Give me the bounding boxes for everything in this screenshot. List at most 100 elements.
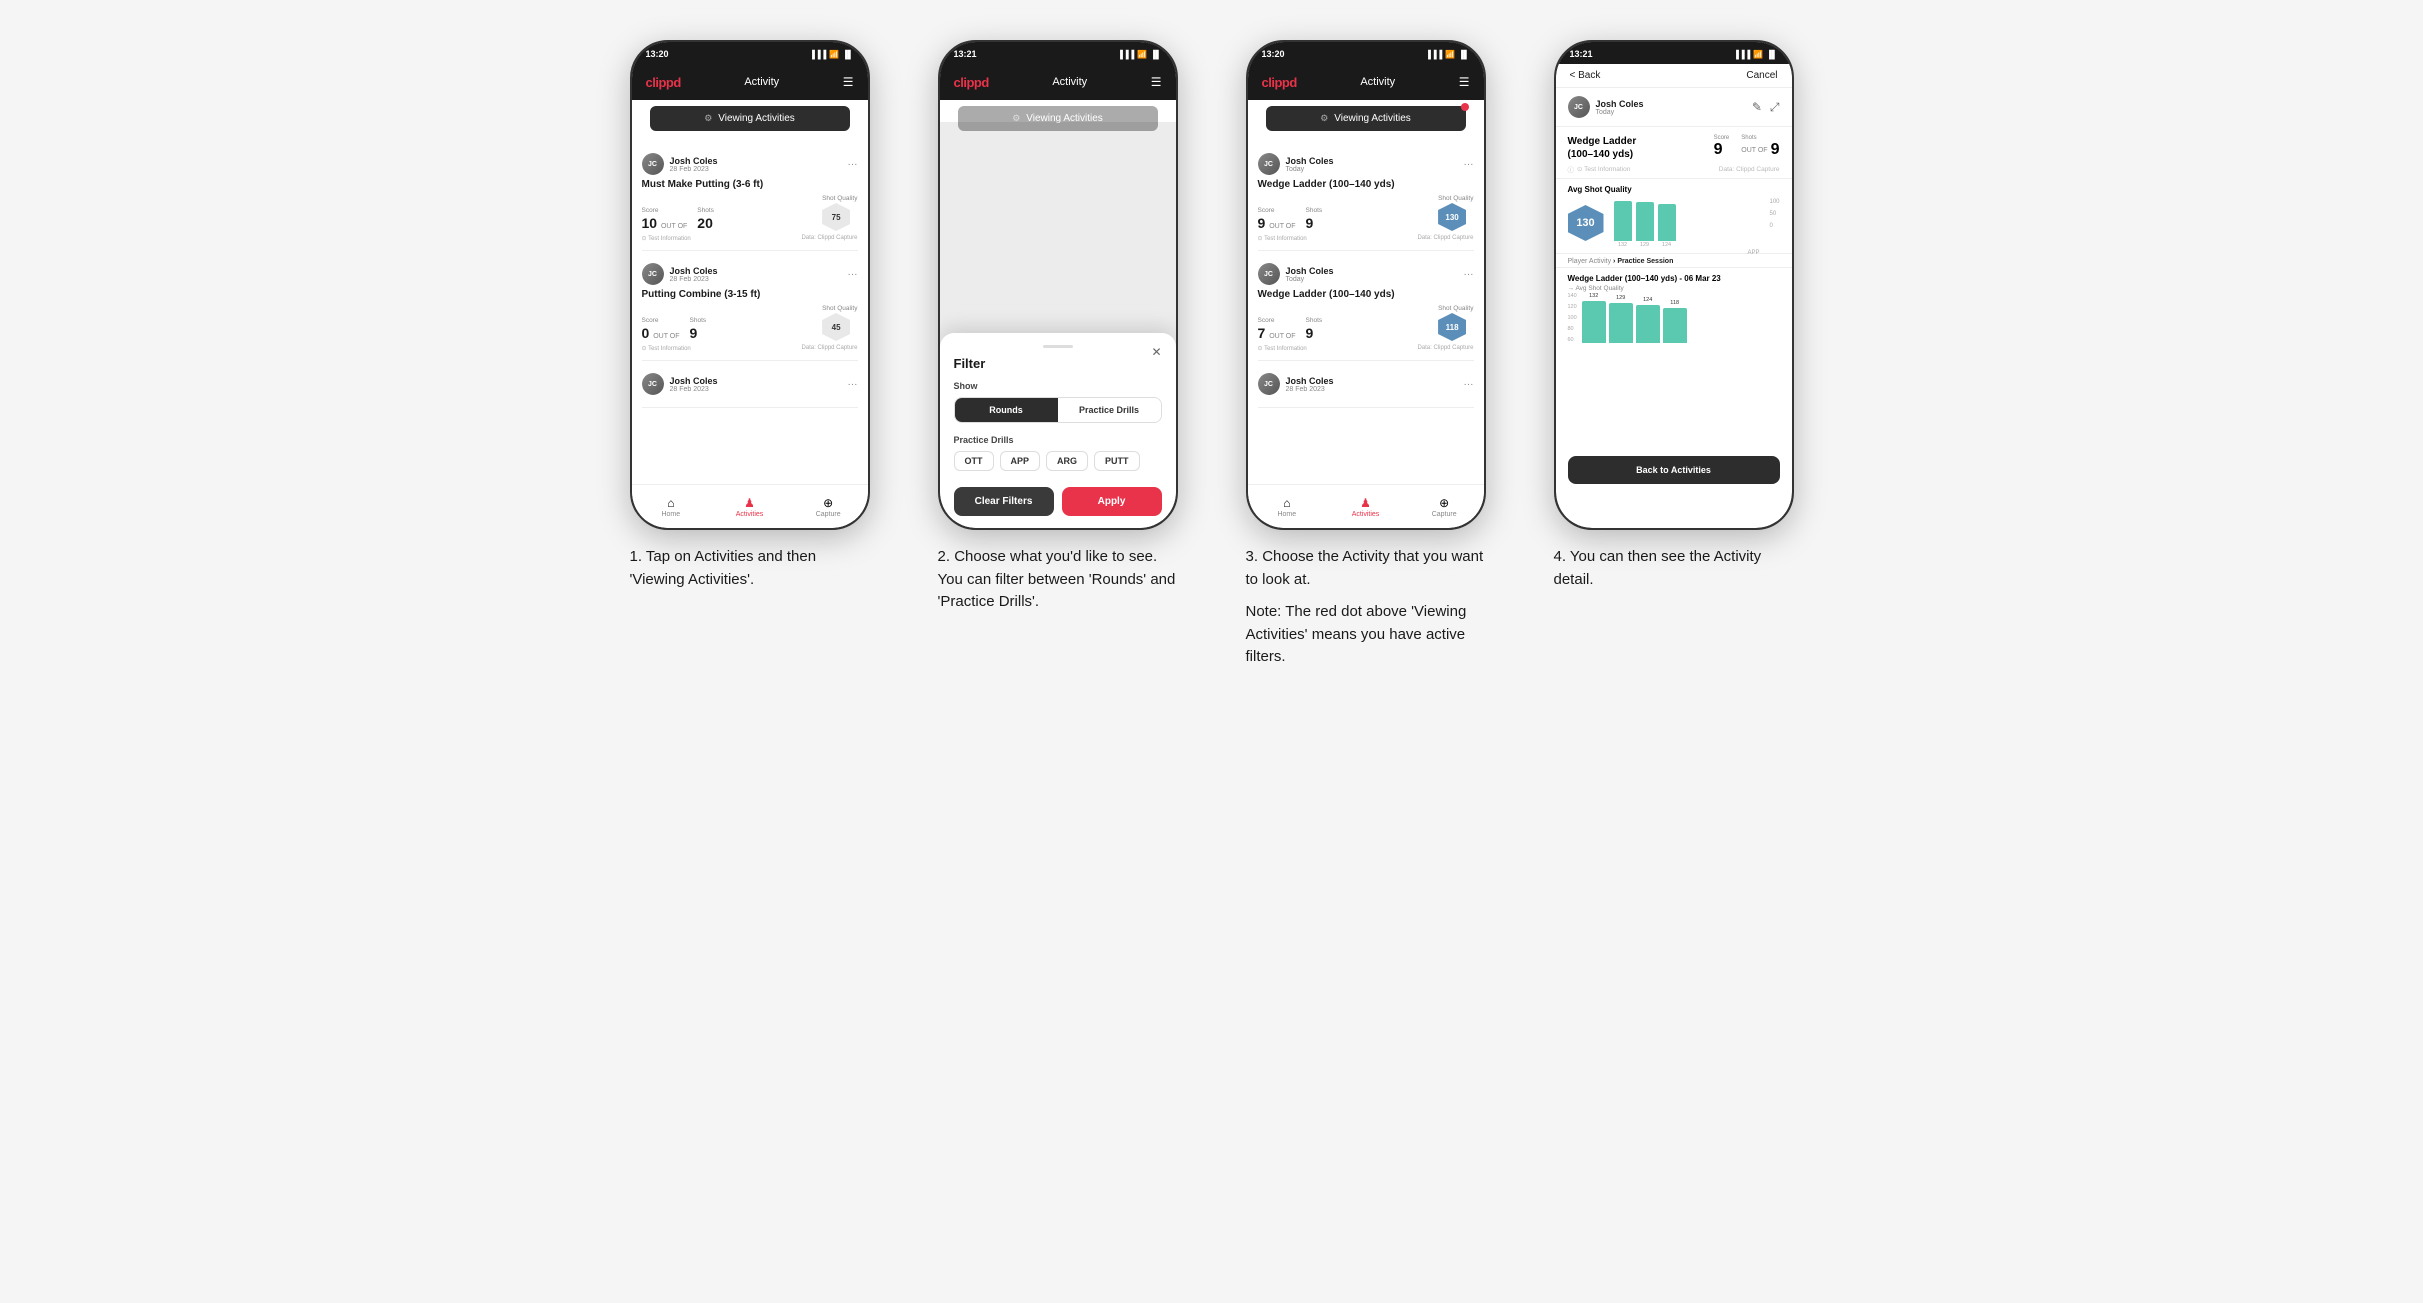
practice-toggle-btn[interactable]: Practice Drills	[1058, 398, 1161, 422]
tab-home-3[interactable]: ⌂ Home	[1248, 485, 1327, 528]
edit-icons: ✎ ⤢	[1752, 100, 1780, 115]
status-icons-4: ▐▐▐ 📶 ▐▌	[1733, 50, 1777, 59]
close-icon[interactable]: ✕	[1151, 345, 1161, 359]
footer-left-3-2: ⊙ Test Information	[1258, 345, 1307, 352]
step-text-3: Choose the Activity that you want to loo…	[1246, 548, 1484, 588]
dots-menu-3-3[interactable]: ···	[1464, 379, 1474, 390]
chip-arg[interactable]: ARG	[1046, 451, 1088, 471]
chip-putt[interactable]: PUTT	[1094, 451, 1140, 471]
step-desc-3: 3. Choose the Activity that you want to …	[1246, 546, 1486, 591]
phone-notch-4	[1629, 42, 1719, 64]
hamburger-icon-3[interactable]: ☰	[1459, 75, 1470, 89]
phones-container: 13:20 ▐▐▐ 📶 ▐▌ clippd Activity ☰ ⚙ Viewi	[610, 40, 1814, 669]
avatar-img-3-1: JC	[1258, 153, 1280, 175]
shots-block-3-1: Shots 9	[1306, 207, 1323, 231]
cancel-button[interactable]: Cancel	[1746, 70, 1777, 81]
avg-shot-section: Avg Shot Quality 130 100 50 0	[1556, 178, 1792, 254]
chip-app[interactable]: APP	[1000, 451, 1041, 471]
axis-80: 80	[1568, 326, 1577, 332]
step-desc-4: 4. You can then see the Activity detail.	[1554, 546, 1794, 591]
axis-140: 140	[1568, 293, 1577, 299]
phone-1-screen: 13:20 ▐▐▐ 📶 ▐▌ clippd Activity ☰ ⚙ Viewi	[632, 42, 868, 528]
tab-activities-3[interactable]: ♟ Activities	[1326, 485, 1405, 528]
activity-card-1[interactable]: JC Josh Coles 28 Feb 2023 ··· Must Make …	[642, 145, 858, 251]
dots-menu-3-1[interactable]: ···	[1464, 159, 1474, 170]
tab-activities-1[interactable]: ♟ Activities	[710, 485, 789, 528]
user-info-3-2: Josh Coles Today	[1286, 266, 1334, 283]
practice-session-label: Practice Session	[1617, 258, 1673, 265]
dots-menu-1[interactable]: ···	[848, 159, 858, 170]
detail-activity-title: Wedge Ladder(100–140 yds)	[1568, 135, 1637, 161]
footer-left-1: ⊙ Test Information	[642, 235, 691, 242]
user-info-3-3: Josh Coles 28 Feb 2023	[1286, 376, 1334, 393]
tab-home-label-3: Home	[1277, 511, 1296, 518]
avatar-img-2: JC	[642, 263, 664, 285]
card-title-3-2: Wedge Ladder (100–140 yds)	[1258, 289, 1474, 300]
filter-handle	[1043, 345, 1073, 348]
bottom-tabs-1: ⌂ Home ♟ Activities ⊕ Capture	[632, 484, 868, 528]
out-of-row: OUT OF 9	[1741, 141, 1779, 159]
viewing-bar-3[interactable]: ⚙ Viewing Activities	[1266, 106, 1466, 131]
avatar-wrap-1: JC Josh Coles 28 Feb 2023	[642, 153, 718, 175]
hamburger-icon-1[interactable]: ☰	[843, 75, 854, 89]
phone-2: 13:21 ▐▐▐ 📶 ▐▌ clippd Activity ☰ ⚙ Viewi	[938, 40, 1178, 530]
step-num-3: 3.	[1246, 548, 1259, 565]
chip-ott[interactable]: OTT	[954, 451, 994, 471]
user-info-2: Josh Coles 28 Feb 2023	[670, 266, 718, 283]
clear-filters-button[interactable]: Clear Filters	[954, 487, 1054, 516]
dots-menu-2[interactable]: ···	[848, 269, 858, 280]
signal-icon-3: ▐▐▐	[1425, 50, 1442, 59]
quality-badge-2: 45	[822, 313, 850, 341]
edit-icon[interactable]: ✎	[1752, 100, 1762, 115]
session-bars: 132 129 124 118	[1582, 293, 1780, 343]
step-text-1: Tap on Activities and then 'Viewing Acti…	[630, 548, 817, 588]
quality-badge-1: 75	[822, 203, 850, 231]
chart-bar-2	[1636, 202, 1654, 241]
back-button[interactable]: < Back	[1570, 70, 1601, 81]
score-val-1: 10 OUT OF	[642, 215, 688, 231]
step-text-2: Choose what you'd like to see. You can f…	[938, 548, 1176, 610]
battery-icon-4: ▐▌	[1766, 50, 1777, 59]
activities-icon-3: ♟	[1360, 496, 1371, 510]
activity-card-3-1[interactable]: JC Josh Coles Today ··· Wedge Ladder (10…	[1258, 145, 1474, 251]
user-name-3-1: Josh Coles	[1286, 156, 1334, 166]
activity-card-2[interactable]: JC Josh Coles 28 Feb 2023 ··· Putting Co…	[642, 255, 858, 361]
score-label-3-2: Score	[1258, 317, 1296, 324]
score-num-3-1: 9	[1258, 215, 1266, 231]
hamburger-icon-2[interactable]: ☰	[1151, 75, 1162, 89]
viewing-bar-1[interactable]: ⚙ Viewing Activities	[650, 106, 850, 131]
step-note-3: Note: The red dot above 'Viewing Activit…	[1246, 601, 1486, 669]
activity-card-3-2[interactable]: JC Josh Coles Today ··· Wedge Ladder (10…	[1258, 255, 1474, 361]
chart-bar-1	[1614, 201, 1632, 241]
score-label-3-1: Score	[1258, 207, 1296, 214]
tab-capture-3[interactable]: ⊕ Capture	[1405, 485, 1484, 528]
activity-card-3[interactable]: JC Josh Coles 28 Feb 2023 ···	[642, 365, 858, 408]
time-1: 13:20	[646, 49, 669, 59]
score-block-3-2: Score 7 OUT OF	[1258, 317, 1296, 341]
stats-row-3-1: Score 9 OUT OF Shots 9	[1258, 195, 1474, 231]
dots-menu-3[interactable]: ···	[848, 379, 858, 390]
tab-home-1[interactable]: ⌂ Home	[632, 485, 711, 528]
tab-capture-1[interactable]: ⊕ Capture	[789, 485, 868, 528]
card-header-2: JC Josh Coles 28 Feb 2023 ···	[642, 263, 858, 285]
card-footer-3-1: ⊙ Test Information Data: Clippd Capture	[1258, 235, 1474, 242]
activity-card-3-3[interactable]: JC Josh Coles 28 Feb 2023 ···	[1258, 365, 1474, 408]
detail-shots-val: 9	[1771, 141, 1780, 159]
detail-header-section: Wedge Ladder(100–140 yds) Score 9 Shots	[1568, 135, 1780, 161]
apply-button[interactable]: Apply	[1062, 487, 1162, 516]
quality-hex-val: 130	[1576, 217, 1594, 229]
rounds-toggle-btn[interactable]: Rounds	[955, 398, 1058, 422]
back-to-activities-button[interactable]: Back to Activities	[1568, 456, 1780, 484]
shots-val-3-1: 9	[1306, 215, 1323, 231]
bar-label-3: 124	[1658, 242, 1676, 248]
capture-label: Data: Clippd Capture	[1719, 166, 1780, 173]
expand-icon[interactable]: ⤢	[1770, 100, 1780, 115]
card-header-3-2: JC Josh Coles Today ···	[1258, 263, 1474, 285]
dots-menu-3-2[interactable]: ···	[1464, 269, 1474, 280]
chart-labels: 132 129 124	[1614, 242, 1780, 248]
card-title-1: Must Make Putting (3-6 ft)	[642, 179, 858, 190]
signal-icon: ▐▐▐	[809, 50, 826, 59]
card-title-3-1: Wedge Ladder (100–140 yds)	[1258, 179, 1474, 190]
card-title-2: Putting Combine (3-15 ft)	[642, 289, 858, 300]
axis-50: 50	[1769, 211, 1779, 217]
